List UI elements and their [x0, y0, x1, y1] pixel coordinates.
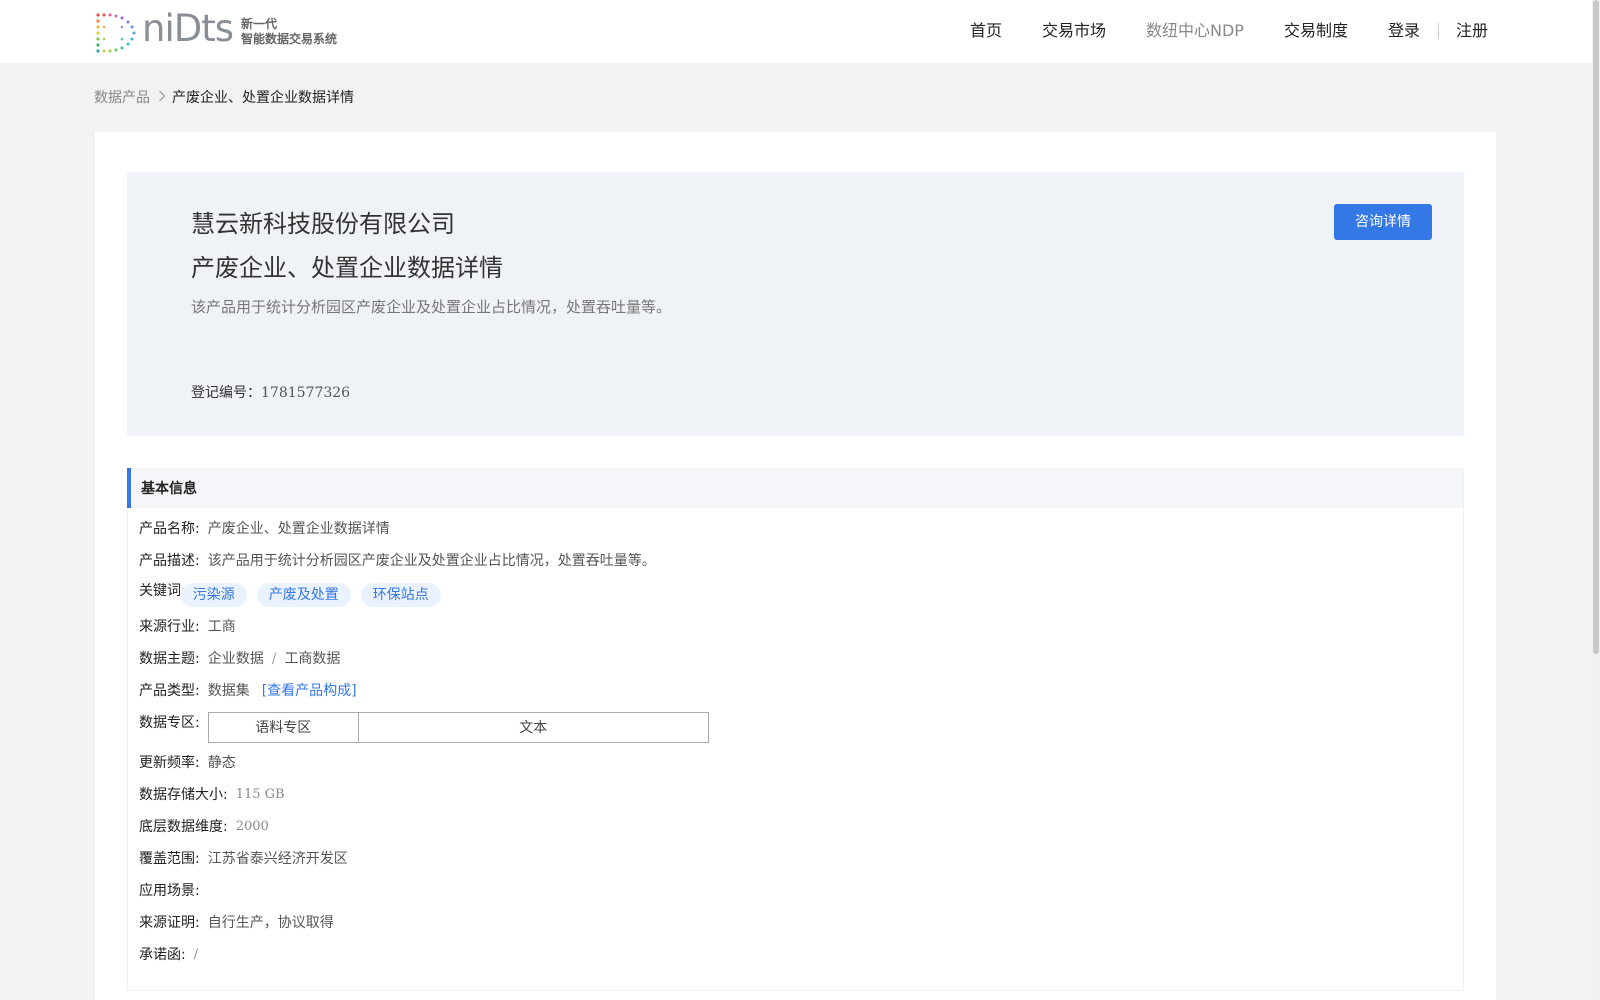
zone-label: 数据专区 [139, 715, 195, 731]
theme-primary: 企业数据 [207, 651, 264, 667]
info-row-product-name: 产品名称: 产废企业、处置企业数据详情 [139, 521, 390, 537]
info-row-frequency: 更新频率: 静态 [139, 755, 236, 771]
product-summary: 该产品用于统计分析园区产废企业及处置企业占比情况，处置吞吐量等。 [191, 298, 672, 316]
commitment-value: / [193, 947, 199, 962]
nav-market[interactable]: 交易市场 [1042, 18, 1106, 44]
theme-label: 数据主题 [139, 651, 195, 667]
storage-value: 115 GB [235, 787, 285, 802]
info-row-storage: 数据存储大小: 115 GB [139, 787, 285, 803]
zone-value-cell: 文本 [357, 712, 709, 743]
product-hero: 慧云新科技股份有限公司 产废企业、处置企业数据详情 该产品用于统计分析园区产废企… [127, 172, 1464, 436]
product-name-label: 产品名称 [139, 521, 195, 537]
info-row-zone: 数据专区: 语料专区 文本 [139, 712, 709, 743]
info-row-keywords: 关键词: 污染源 产废及处置 环保站点 [139, 581, 451, 607]
registration-label: 登记编号： [191, 385, 261, 401]
info-row-proof: 来源证明: 自行生产，协议取得 [139, 915, 334, 931]
chevron-right-icon [158, 88, 166, 108]
keyword-tag[interactable]: 污染源 [180, 583, 247, 607]
product-name-value: 产废企业、处置企业数据详情 [207, 521, 390, 537]
registration-value: 1781577326 [261, 385, 351, 401]
site-logo[interactable]: niDts 新一代 智能数据交易系统 [94, 7, 337, 53]
basic-info-section: 基本信息 产品名称: 产废企业、处置企业数据详情 产品描述: 该产品用于统计分析… [127, 468, 1464, 991]
section-heading: 基本信息 [127, 468, 1463, 508]
zone-name-cell: 语料专区 [207, 712, 359, 743]
theme-secondary: 工商数据 [284, 651, 341, 667]
industry-value: 工商 [207, 619, 236, 635]
nav-home[interactable]: 首页 [970, 18, 1002, 44]
info-row-coverage: 覆盖范围: 江苏省泰兴经济开发区 [139, 851, 348, 867]
scrollbar-thumb[interactable] [1593, 0, 1599, 654]
breadcrumb: 数据产品 产废企业、处置企业数据详情 [94, 88, 354, 108]
info-row-industry: 来源行业: 工商 [139, 619, 236, 635]
dimension-label: 底层数据维度 [139, 819, 223, 835]
storage-label: 数据存储大小 [139, 787, 223, 803]
dimension-value: 2000 [235, 819, 269, 834]
login-link[interactable]: 登录 [1388, 18, 1420, 44]
type-label: 产品类型 [139, 683, 195, 699]
info-row-theme: 数据主题: 企业数据 / 工商数据 [139, 651, 341, 667]
proof-label: 来源证明 [139, 915, 195, 931]
keyword-tag[interactable]: 产废及处置 [256, 583, 351, 607]
product-title: 产废企业、处置企业数据详情 [191, 254, 503, 282]
registration-number: 登记编号：1781577326 [191, 382, 350, 402]
info-row-type: 产品类型: 数据集 [查看产品构成] [139, 681, 357, 701]
info-row-product-desc: 产品描述: 该产品用于统计分析园区产废企业及处置企业占比情况，处置吞吐量等。 [139, 553, 656, 569]
scenario-label: 应用场景 [139, 883, 195, 899]
product-detail-card: 慧云新科技股份有限公司 产废企业、处置企业数据详情 该产品用于统计分析园区产废企… [95, 132, 1496, 1000]
view-composition-link[interactable]: [查看产品构成] [262, 681, 357, 701]
consult-details-button[interactable]: 咨询详情 [1334, 204, 1432, 240]
info-row-dimension: 底层数据维度: 2000 [139, 819, 269, 835]
breadcrumb-parent[interactable]: 数据产品 [94, 88, 150, 108]
register-link[interactable]: 注册 [1456, 18, 1488, 44]
zone-table: 语料专区 文本 [207, 712, 709, 743]
logo-sub-line1: 新一代 [241, 17, 278, 31]
industry-label: 来源行业 [139, 619, 195, 635]
logo-d-icon [96, 13, 136, 53]
coverage-label: 覆盖范围 [139, 851, 195, 867]
company-name: 慧云新科技股份有限公司 [191, 210, 455, 238]
keyword-tag[interactable]: 环保站点 [360, 583, 441, 607]
logo-sub-line2: 智能数据交易系统 [241, 32, 338, 46]
commitment-label: 承诺函 [139, 947, 181, 963]
table-row: 语料专区 文本 [207, 712, 709, 743]
coverage-value: 江苏省泰兴经济开发区 [207, 851, 348, 867]
breadcrumb-current: 产废企业、处置企业数据详情 [172, 90, 354, 106]
type-value: 数据集 [207, 683, 250, 699]
nav-divider [1437, 23, 1439, 39]
proof-value: 自行生产，协议取得 [207, 915, 334, 931]
product-desc-label: 产品描述 [139, 553, 195, 569]
page-scrollbar[interactable] [1592, 0, 1600, 1000]
top-header: niDts 新一代 智能数据交易系统 首页 交易市场 数纽中心NDP 交易制度 … [0, 0, 1592, 63]
frequency-value: 静态 [207, 755, 236, 771]
nav-rules[interactable]: 交易制度 [1284, 18, 1348, 44]
frequency-label: 更新频率 [139, 755, 195, 771]
product-desc-value: 该产品用于统计分析园区产废企业及处置企业占比情况，处置吞吐量等。 [207, 553, 656, 569]
logo-wordmark: niDts [142, 7, 234, 50]
info-row-scenario: 应用场景: [139, 883, 200, 899]
logo-subtitle: 新一代 智能数据交易系统 [241, 17, 337, 47]
theme-separator: / [271, 651, 277, 667]
keywords-label: 关键词 [139, 583, 181, 599]
nav-ndp[interactable]: 数纽中心NDP [1146, 18, 1244, 44]
main-nav: 首页 交易市场 数纽中心NDP 交易制度 登录 注册 [970, 18, 1488, 44]
info-row-commitment: 承诺函: / [139, 947, 199, 963]
